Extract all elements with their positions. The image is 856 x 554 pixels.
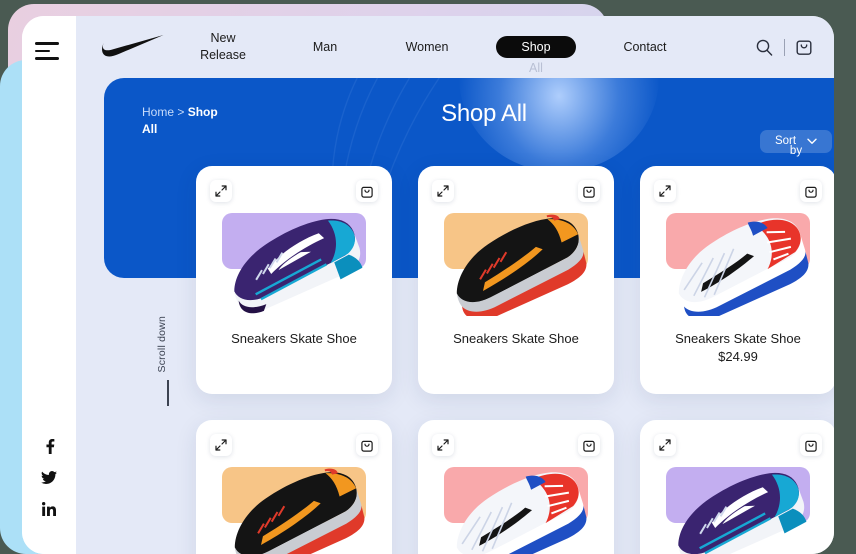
nav-item-new-release[interactable]: New Release xyxy=(190,30,256,64)
scroll-down-hint: Scroll down xyxy=(156,316,180,407)
product-grid: Sneakers Skate Shoe Sneakers Skate Shoe … xyxy=(196,166,834,554)
product-image xyxy=(208,200,380,316)
product-card[interactable]: Sneakers Skate Shoe xyxy=(196,420,392,554)
nav-links: New Release Man Women Shop All Contact xyxy=(190,30,756,75)
page-title: Shop All xyxy=(441,100,527,127)
expand-icon[interactable] xyxy=(654,434,676,456)
expand-icon[interactable] xyxy=(210,434,232,456)
sort-by-button[interactable]: Sort by xyxy=(760,130,832,157)
hamburger-icon[interactable] xyxy=(35,42,61,60)
product-card[interactable]: Sneakers Skate Shoe $24.99 xyxy=(640,166,834,394)
nav-item-women[interactable]: Women xyxy=(394,39,460,56)
social-links xyxy=(22,439,76,516)
sort-by-overflow: by xyxy=(789,145,803,157)
twitter-icon[interactable] xyxy=(41,471,57,485)
nav-actions xyxy=(756,38,812,56)
chevron-down-icon xyxy=(807,138,817,144)
bag-icon[interactable] xyxy=(356,180,378,202)
product-card[interactable]: Sneakers Skate Shoe xyxy=(418,166,614,394)
expand-icon[interactable] xyxy=(432,180,454,202)
expand-icon[interactable] xyxy=(432,434,454,456)
product-title: Sneakers Skate Shoe xyxy=(453,331,579,346)
nav-item-contact[interactable]: Contact xyxy=(612,39,678,56)
product-image xyxy=(652,200,824,316)
product-card[interactable]: Sneakers Skate Shoe xyxy=(196,166,392,394)
bag-icon[interactable] xyxy=(578,180,600,202)
product-title: Sneakers Skate Shoe xyxy=(231,331,357,346)
nav-item-shop-all-label: Shop xyxy=(521,40,551,54)
product-card[interactable]: Sneakers Skate Shoe xyxy=(418,420,614,554)
nav-item-man[interactable]: Man xyxy=(292,39,358,56)
linkedin-icon[interactable] xyxy=(41,502,56,516)
product-image xyxy=(430,200,602,316)
nav-item-shop-all[interactable]: Shop All xyxy=(496,36,576,75)
product-image xyxy=(208,454,380,554)
left-rail xyxy=(22,16,76,554)
bag-icon[interactable] xyxy=(800,434,822,456)
product-card[interactable]: Sneakers Skate Shoe xyxy=(640,420,834,554)
product-image xyxy=(430,454,602,554)
app-window: New Release Man Women Shop All Contact H… xyxy=(22,16,834,554)
product-price: $24.99 xyxy=(718,349,758,364)
scroll-down-label: Scroll down xyxy=(156,316,168,373)
main-panel: New Release Man Women Shop All Contact H… xyxy=(76,16,834,554)
expand-icon[interactable] xyxy=(210,180,232,202)
nike-swoosh-logo[interactable] xyxy=(102,35,164,59)
bag-icon[interactable] xyxy=(578,434,600,456)
facebook-icon[interactable] xyxy=(43,439,56,454)
bag-icon[interactable] xyxy=(356,434,378,456)
product-image xyxy=(652,454,824,554)
top-navigation: New Release Man Women Shop All Contact xyxy=(76,16,834,78)
scroll-down-line xyxy=(167,380,169,407)
nav-divider xyxy=(784,38,785,56)
bag-icon[interactable] xyxy=(796,38,812,56)
expand-icon[interactable] xyxy=(654,180,676,202)
search-icon[interactable] xyxy=(756,39,773,56)
bag-icon[interactable] xyxy=(800,180,822,202)
nav-item-shop-all-overflow: All xyxy=(529,61,543,75)
